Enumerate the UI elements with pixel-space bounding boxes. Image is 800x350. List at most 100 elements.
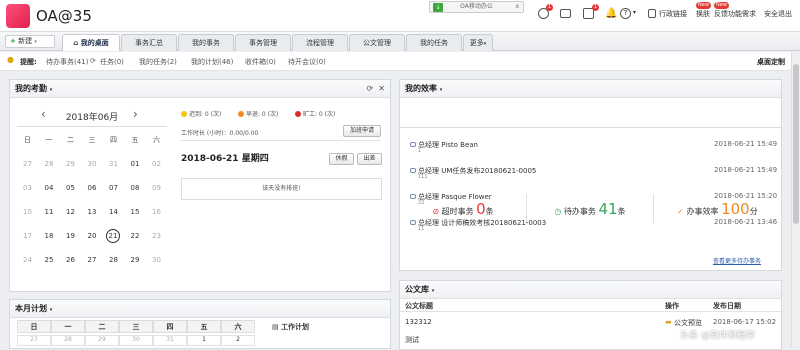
reminder-pending-affairs[interactable]: 待办事务(41) [46, 57, 88, 67]
tab-affairs-summary[interactable]: 事务汇总 [121, 34, 177, 51]
chevron-down-icon[interactable]: ▾ [50, 307, 53, 313]
desktop-customize-link[interactable]: 桌面定制 [757, 57, 785, 67]
calendar-day[interactable]: 24 [17, 254, 38, 266]
business-trip-button[interactable]: 出差 [357, 153, 382, 165]
task-item[interactable]: 总经理 Pisto Bean 1 2018-06-21 15:49 [410, 140, 777, 154]
mail-icon[interactable] [560, 9, 571, 18]
task-item[interactable]: 总经理 UM任务发布20180621-0005 111 2018-06-21 1… [410, 166, 777, 180]
feedback-new-badge: New [714, 2, 729, 9]
divider [181, 125, 381, 141]
calendar-day[interactable]: 02 [146, 158, 167, 170]
calendar-day[interactable]: 05 [60, 182, 81, 194]
calendar-day[interactable]: 07 [103, 182, 124, 194]
doc-preview-link[interactable]: 公文预览 [674, 318, 702, 328]
calendar-day[interactable]: 18 [39, 230, 60, 242]
calendar-day[interactable]: 13 [82, 206, 103, 218]
task-title: 总经理 UM任务发布20180621-0005 [418, 167, 537, 175]
calendar-day[interactable]: 15 [125, 206, 146, 218]
scrollbar-thumb[interactable] [793, 64, 799, 224]
plan-day[interactable]: 27 [17, 335, 51, 346]
calendar-day[interactable]: 09 [146, 182, 167, 194]
col-title: 公文标题 [405, 302, 433, 310]
calendar-day[interactable]: 03 [17, 182, 38, 194]
calendar-day[interactable]: 06 [82, 182, 103, 194]
calendar-day[interactable]: 29 [125, 254, 146, 266]
calendar-day[interactable]: 04 [39, 182, 60, 194]
task-item[interactable]: 总经理 设计师稿效考核20180621-0003 11 2018-06-21 1… [410, 218, 777, 232]
chevron-down-icon[interactable]: ▾ [440, 87, 443, 93]
calendar-day[interactable]: 22 [125, 230, 146, 242]
close-icon[interactable]: ✕ [378, 84, 385, 93]
leave-button[interactable]: 休假 [329, 153, 354, 165]
calendar-day[interactable]: 10 [17, 206, 38, 218]
plan-day[interactable]: 28 [51, 335, 85, 346]
calendar-day[interactable]: 12 [60, 206, 81, 218]
help-dropdown-icon[interactable]: ▾ [633, 9, 636, 16]
efficiency-score: 100 [721, 200, 750, 218]
bell-icon[interactable]: 🔔 [605, 8, 617, 19]
reminder-inbox[interactable]: 收件箱(0) [245, 57, 276, 67]
download-icon: ↓ [433, 3, 443, 12]
chevron-down-icon[interactable]: ▾ [432, 288, 435, 294]
calendar-day[interactable]: 30 [82, 158, 103, 170]
reminder-meetings[interactable]: 待开会议(0) [288, 57, 326, 67]
calendar-day[interactable]: 25 [39, 254, 60, 266]
efficiency-panel-header: 我的效率 ▾ [400, 80, 781, 98]
plan-day[interactable]: 30 [119, 335, 153, 346]
new-button[interactable]: + 新建 ▾ [5, 35, 55, 48]
calendar-day[interactable]: 08 [125, 182, 146, 194]
tab-my-tasks[interactable]: 我的任务 [406, 34, 462, 51]
calendar-day[interactable]: 01 [125, 158, 146, 170]
next-month-arrow[interactable]: › [133, 107, 138, 121]
calendar-day[interactable]: 27 [17, 158, 38, 170]
plan-day[interactable]: 31 [153, 335, 187, 346]
refresh-icon[interactable]: ⟳ [367, 84, 374, 93]
tab-document-management[interactable]: 公文管理 [349, 34, 405, 51]
page-scrollbar[interactable] [791, 52, 800, 346]
doc-title[interactable]: 132312 [405, 318, 432, 326]
reminder-tasks[interactable]: 任务(0) [100, 57, 124, 67]
calendar-day[interactable]: 16 [146, 206, 167, 218]
more-pending-link[interactable]: 查看更多待办事务 [713, 256, 761, 265]
calendar-day[interactable]: 23 [146, 230, 167, 242]
calendar-day[interactable]: 26 [60, 254, 81, 266]
admin-link-icon [648, 9, 656, 18]
tab-my-desktop[interactable]: ⌂ 我的桌面 [62, 34, 120, 51]
skin-link[interactable]: 换肤 [696, 9, 710, 19]
panel-controls: ⟳ ✕ [367, 80, 386, 98]
doc-title[interactable]: 测试 [405, 335, 419, 345]
plan-day[interactable]: 2 [221, 335, 255, 346]
calendar-day[interactable]: 21 [106, 229, 120, 243]
calendar-day[interactable]: 28 [103, 254, 124, 266]
reminder-my-plans[interactable]: 我的计划(46) [191, 57, 233, 67]
close-icon[interactable]: x [515, 2, 519, 12]
calendar-day[interactable]: 19 [60, 230, 81, 242]
task-item[interactable]: 总经理 Pasque Flower 22 2018-06-21 15:20 [410, 192, 777, 206]
refresh-icon[interactable]: ⟳ [90, 57, 96, 65]
tab-affairs-management[interactable]: 事务管理 [235, 34, 291, 51]
tab-my-affairs[interactable]: 我的事务 [178, 34, 234, 51]
calendar-day[interactable]: 17 [17, 230, 38, 242]
tab-more[interactable]: 更多▾ [463, 34, 493, 51]
calendar-day[interactable]: 27 [82, 254, 103, 266]
calendar-day[interactable]: 29 [60, 158, 81, 170]
calendar-day[interactable]: 31 [103, 158, 124, 170]
calendar-day[interactable]: 11 [39, 206, 60, 218]
plan-day[interactable]: 29 [85, 335, 119, 346]
mobile-office-link[interactable]: ↓ OA移动办公 x [429, 1, 524, 13]
calendar-day[interactable]: 14 [103, 206, 124, 218]
admin-link[interactable]: 行政链接 [659, 9, 687, 19]
reminder-my-tasks[interactable]: 我的任务(2) [139, 57, 177, 67]
calendar-day[interactable]: 28 [39, 158, 60, 170]
efficiency-tabs: ⊘ 超时事务 0条 ◷ 待办事务 41条 ✓ 办事效率 100分 [400, 97, 781, 224]
legend-absent: 旷工: 0 (次) [295, 109, 335, 118]
chevron-down-icon[interactable]: ▾ [50, 87, 53, 93]
help-icon[interactable]: ? [620, 8, 631, 19]
calendar-day[interactable]: 20 [82, 230, 103, 242]
feedback-link[interactable]: 反馈功能需求 [714, 9, 756, 19]
plan-day[interactable]: 1 [187, 335, 221, 346]
plus-icon: + [10, 37, 16, 45]
tab-process-management[interactable]: 流程管理 [292, 34, 348, 51]
calendar-day[interactable]: 30 [146, 254, 167, 266]
logout-link[interactable]: 安全退出 [764, 9, 792, 19]
